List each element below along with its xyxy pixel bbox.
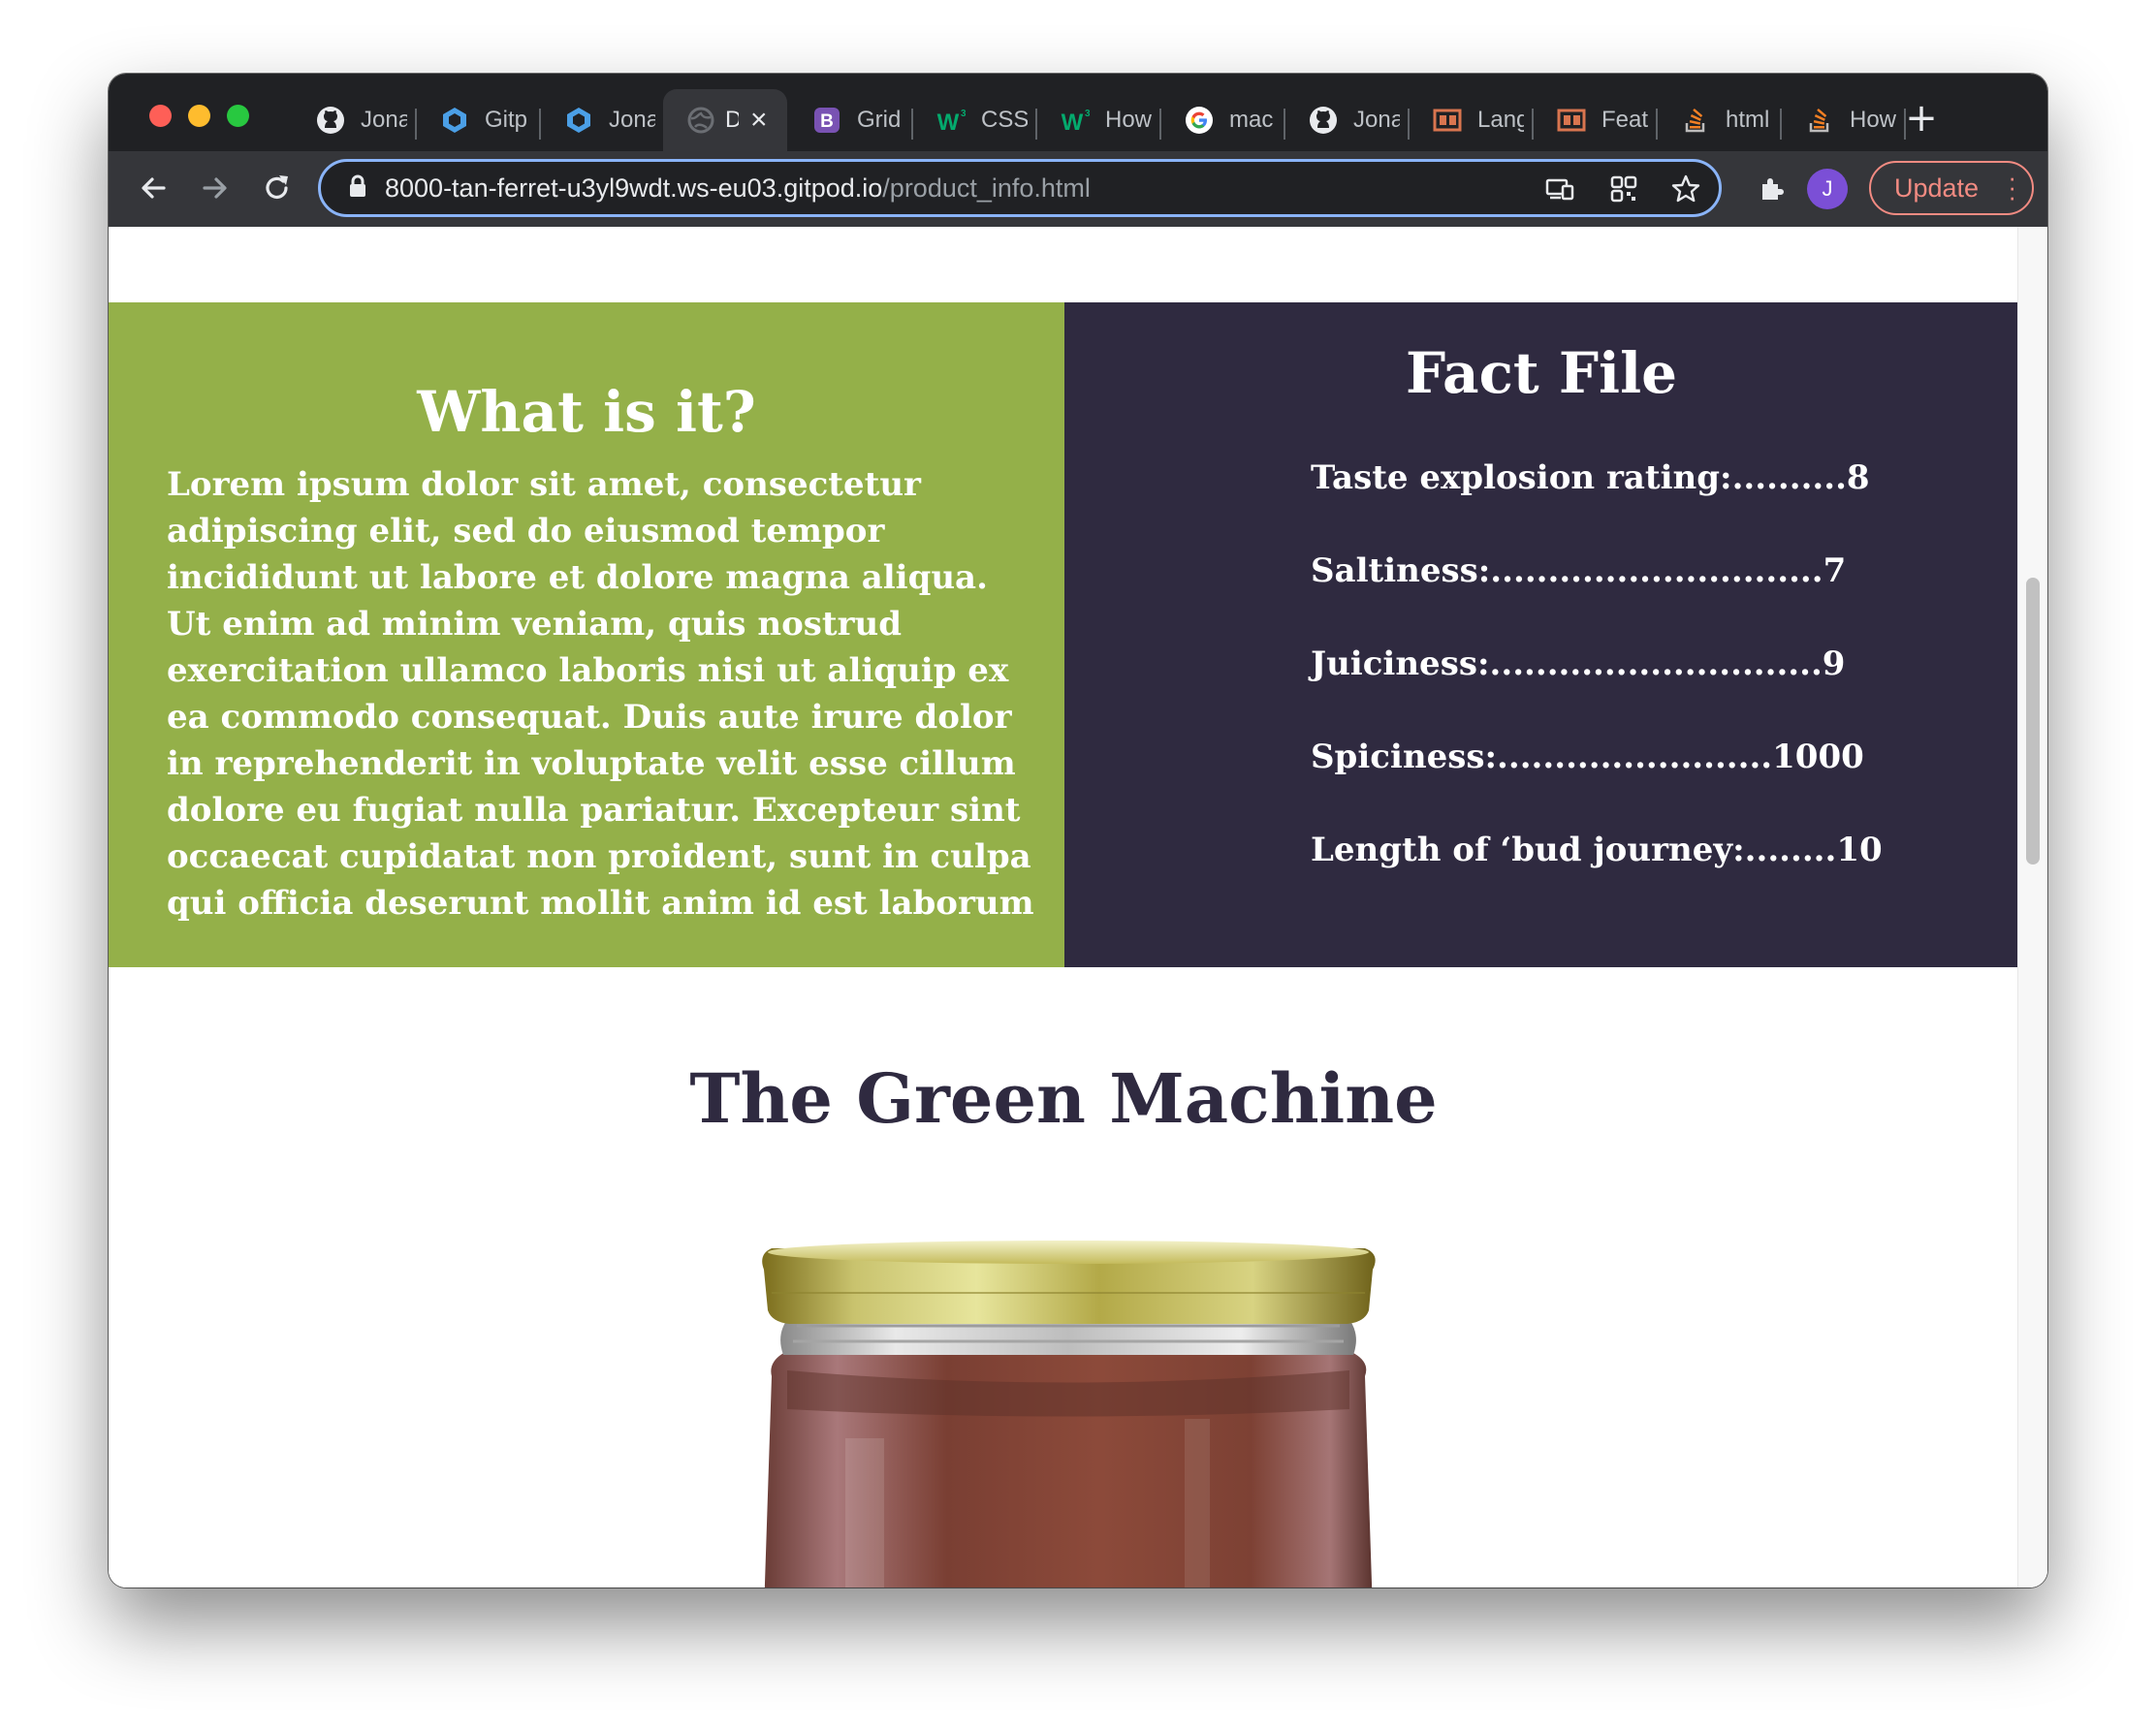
caniuse-icon — [1433, 106, 1462, 135]
fact-juiciness: Juiciness:.............................9 — [1311, 644, 1846, 683]
tab-caniuse-feat[interactable]: Feat — [1534, 89, 1657, 151]
minimize-window-button[interactable] — [188, 105, 210, 127]
browser-titlebar: Jona Gitp Jona D × B Grid W 3 CSS W 3 Ho… — [109, 74, 2047, 227]
tab-active-product-info[interactable]: D × — [663, 89, 787, 151]
product-title: The Green Machine — [689, 1057, 1438, 1139]
what-is-it-description: Lorem ipsum dolor sit amet, consectetur … — [167, 465, 1034, 923]
close-window-button[interactable] — [149, 105, 172, 127]
gitpod-icon — [564, 106, 593, 135]
github-icon — [316, 106, 345, 135]
tab-strip: Jona Gitp Jona D × B Grid W 3 CSS W 3 Ho… — [293, 89, 1931, 151]
tab-caniuse-lang[interactable]: Lang — [1410, 89, 1533, 151]
browser-toolbar: 8000-tan-ferret-u3yl9wdt.ws-eu03.gitpod.… — [109, 151, 2047, 227]
profile-avatar[interactable]: J — [1807, 169, 1848, 209]
bookmark-star-icon[interactable] — [1668, 172, 1703, 206]
google-icon — [1185, 106, 1214, 135]
svg-text:W: W — [1062, 110, 1084, 135]
tab-stackoverflow-html[interactable]: html — [1658, 89, 1781, 151]
reload-icon[interactable] — [258, 169, 297, 207]
page-viewport: What is it? Lorem ipsum dolor sit amet, … — [109, 227, 2047, 1588]
bootstrap-icon: B — [812, 106, 841, 135]
w3schools-icon: W3 — [1061, 106, 1090, 135]
fact-spiciness: Spiciness:........................1000 — [1311, 738, 1864, 776]
tab-gitpod-2[interactable]: Jona — [541, 89, 664, 151]
new-tab-button[interactable]: + — [1902, 99, 1941, 138]
fact-list: Taste explosion rating:..........8 Salti… — [1311, 457, 1883, 923]
cast-icon[interactable] — [1542, 172, 1577, 206]
tab-w3schools-how[interactable]: W3 How — [1037, 89, 1160, 151]
maximize-window-button[interactable] — [227, 105, 249, 127]
gitpod-icon — [440, 106, 469, 135]
svg-text:3: 3 — [1085, 109, 1090, 119]
browser-window: Jona Gitp Jona D × B Grid W 3 CSS W 3 Ho… — [109, 74, 2047, 1588]
tab-gitpod-1[interactable]: Gitp — [417, 89, 540, 151]
product-info-section: What is it? Lorem ipsum dolor sit amet, … — [109, 302, 2018, 967]
close-tab-icon[interactable]: × — [750, 104, 768, 137]
svg-text:3: 3 — [961, 109, 966, 119]
qr-code-icon[interactable] — [1606, 172, 1641, 206]
tab-w3schools-css[interactable]: W3 CSS — [913, 89, 1036, 151]
extensions-puzzle-icon[interactable] — [1753, 169, 1791, 207]
tab-bootstrap[interactable]: B Grid — [789, 89, 912, 151]
lock-icon — [348, 174, 367, 202]
w3schools-icon: W3 — [936, 106, 966, 135]
forward-icon[interactable] — [196, 169, 235, 207]
product-jar-image — [762, 1241, 1376, 1588]
svg-text:W: W — [937, 110, 960, 135]
fact-file-panel: Fact File Taste explosion rating:.......… — [1064, 302, 2018, 967]
url-text: 8000-tan-ferret-u3yl9wdt.ws-eu03.gitpod.… — [385, 173, 1091, 203]
tab-stackoverflow-how[interactable]: How — [1782, 89, 1905, 151]
tab-github-2[interactable]: Jona — [1285, 89, 1409, 151]
update-button[interactable]: Update · · · — [1869, 161, 2034, 215]
page-scrollbar[interactable] — [2017, 227, 2047, 1588]
address-bar[interactable]: 8000-tan-ferret-u3yl9wdt.ws-eu03.gitpod.… — [318, 159, 1722, 217]
scrollbar-thumb[interactable] — [2026, 578, 2040, 864]
fact-saltiness: Saltiness:.............................7 — [1311, 551, 1847, 590]
caniuse-icon — [1557, 106, 1586, 135]
tab-github-1[interactable]: Jona — [293, 89, 416, 151]
what-is-it-panel: What is it? Lorem ipsum dolor sit amet, … — [109, 302, 1064, 967]
fact-bud-journey-length: Length of ‘bud journey:........10 — [1311, 831, 1883, 869]
stackoverflow-icon — [1805, 106, 1834, 135]
globe-icon — [686, 106, 715, 135]
github-icon — [1309, 106, 1338, 135]
stackoverflow-icon — [1681, 106, 1710, 135]
fact-taste-explosion-rating: Taste explosion rating:..........8 — [1311, 458, 1870, 497]
more-menu-icon[interactable]: · · · — [2008, 165, 2016, 209]
what-is-it-heading: What is it? — [417, 379, 756, 445]
fact-file-heading: Fact File — [1405, 340, 1678, 406]
back-icon[interactable] — [134, 169, 173, 207]
tab-google[interactable]: mac — [1161, 89, 1284, 151]
svg-text:B: B — [820, 111, 834, 132]
